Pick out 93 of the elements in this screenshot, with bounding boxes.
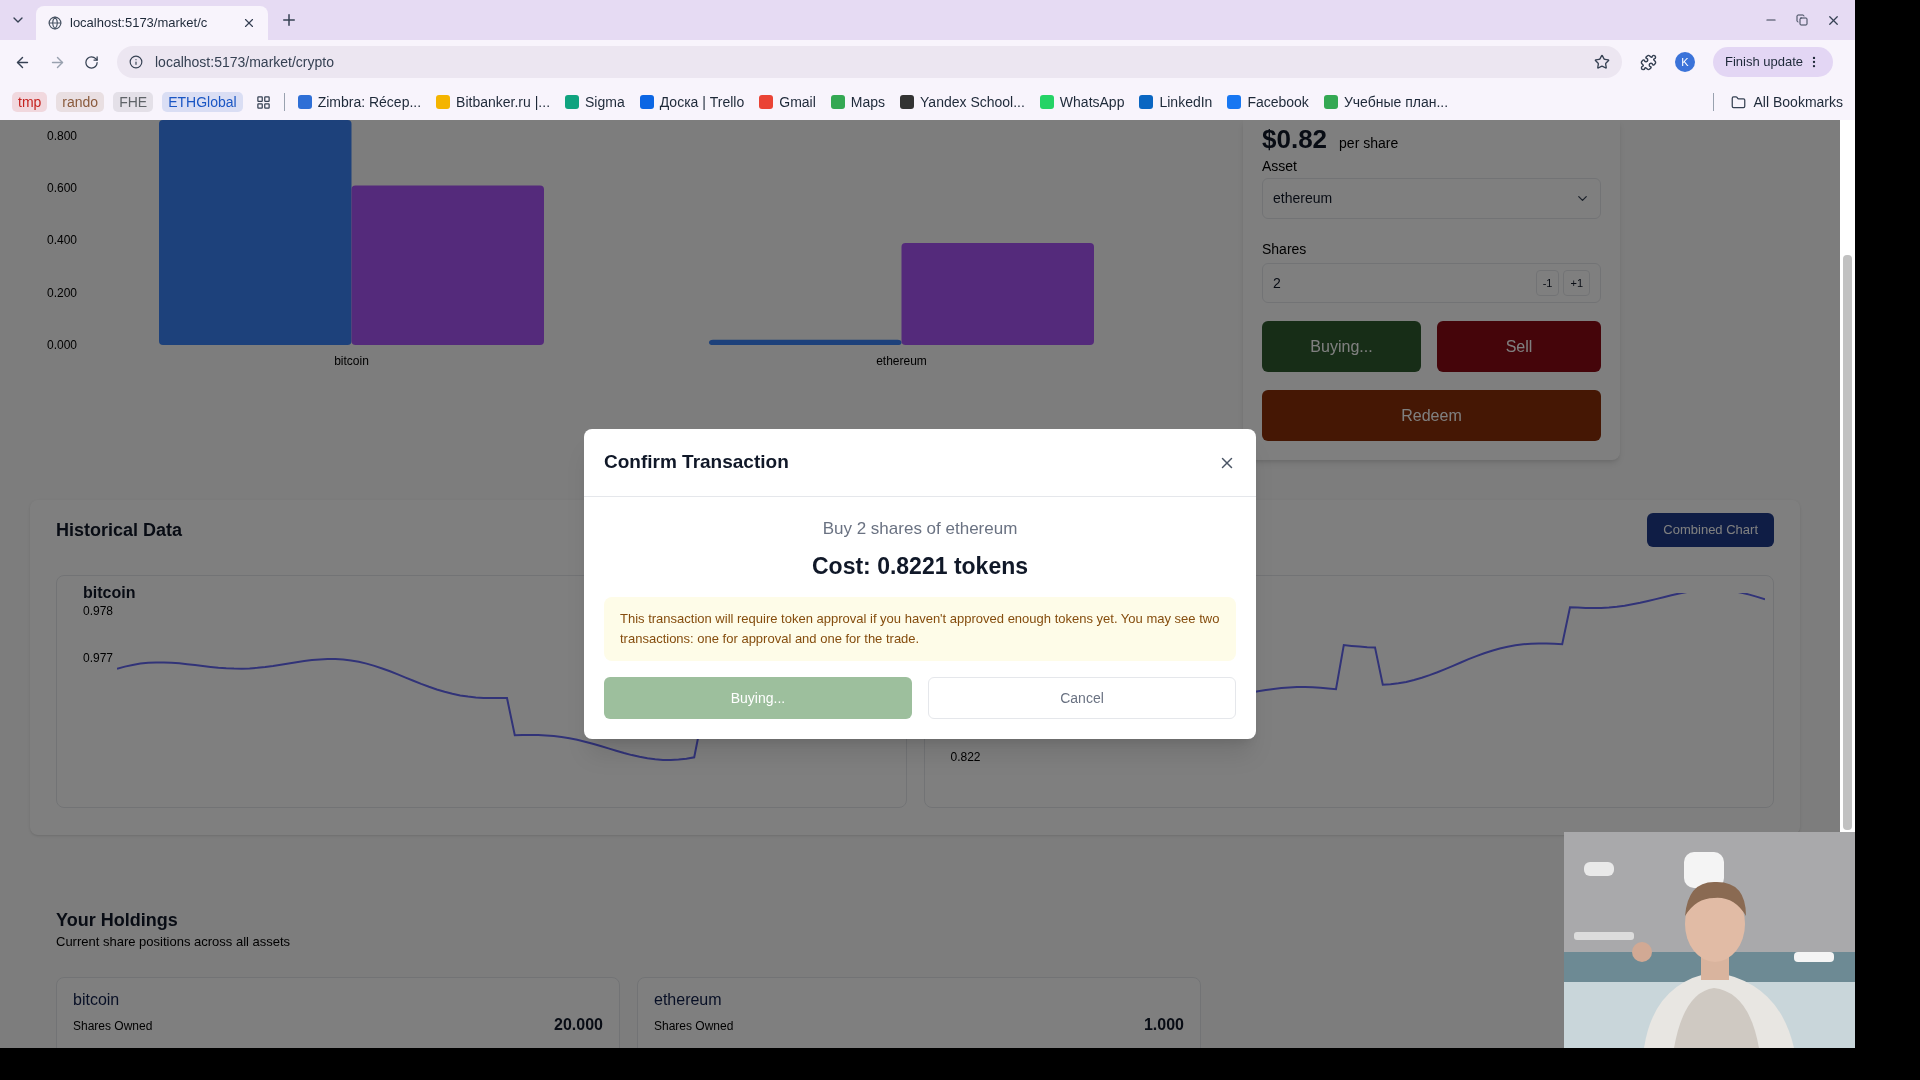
bookmark-item[interactable]: LinkedIn [1139, 91, 1213, 113]
address-bar[interactable]: localhost:5173/market/crypto [117, 46, 1622, 78]
bookmark-label: Sigma [585, 92, 625, 112]
holding-label: Shares Owned [654, 1018, 734, 1035]
holding-asset: ethereum [654, 990, 723, 1010]
shares-input[interactable]: 2 -1 +1 [1262, 263, 1601, 303]
close-tab-icon[interactable] [242, 16, 256, 30]
combined-chart-button[interactable]: Combined Chart [1647, 513, 1774, 547]
bookmark-label: Zimbra: Récep... [317, 92, 422, 112]
chart-title: bitcoin [83, 583, 137, 603]
profile-avatar[interactable]: K [1675, 52, 1695, 72]
axis-tick-label: 0.822 [950, 751, 982, 764]
holding-asset: bitcoin [73, 990, 121, 1010]
holding-value: 20.000 [554, 1015, 603, 1035]
bookmark-item[interactable]: Учебные план... [1323, 91, 1449, 113]
bookmark-icon [1039, 95, 1054, 109]
approval-notice: This transaction will require token approval if you haven't approved enough tokens yet. You may see two transactions: one for approval and one for the trade. [604, 597, 1236, 661]
increment-button[interactable]: +1 [1563, 270, 1590, 296]
site-info-icon[interactable] [129, 55, 143, 69]
tab-title: localhost:5173/market/c [70, 14, 208, 33]
extensions-icon[interactable] [1640, 53, 1657, 71]
all-bookmarks-label: All Bookmarks [1753, 92, 1843, 112]
scrollbar-thumb[interactable] [1843, 255, 1852, 830]
axis-tick-label: 0.600 [46, 181, 77, 195]
bookmark-label: Доска | Trello [659, 92, 745, 112]
apps-grid-icon[interactable] [255, 94, 271, 110]
tab-group-chip[interactable]: FHE [113, 92, 154, 112]
folder-icon [1730, 94, 1746, 110]
axis-tick-label: 0.400 [46, 233, 77, 248]
bookmark-icon [830, 95, 845, 109]
holding-value: 1.000 [1143, 1015, 1184, 1035]
sell-button[interactable]: Sell [1437, 321, 1601, 372]
bookmark-label: Gmail [779, 92, 816, 112]
update-button[interactable]: Finish update [1713, 47, 1834, 77]
axis-tick-label: 0.978 [83, 605, 115, 618]
globe-icon [48, 16, 62, 30]
bookmark-icon [1323, 95, 1338, 109]
bookmark-item[interactable]: Zimbra: Récep... [297, 91, 422, 113]
category-label: bitcoin [334, 354, 369, 368]
url-text: localhost:5173/market/crypto [155, 52, 334, 72]
bookmark-icon [565, 95, 579, 109]
bookmark-label: Учебные план... [1343, 92, 1449, 112]
bookmark-item[interactable]: Sigma [565, 91, 625, 113]
bookmark-label: Facebook [1247, 92, 1309, 112]
bookmark-item[interactable]: Yandex School... [900, 91, 1025, 113]
bookmark-label: LinkedIn [1159, 92, 1213, 112]
bookmark-label: Yandex School... [920, 92, 1025, 112]
bookmark-icon [1227, 95, 1242, 109]
redeem-button[interactable]: Redeem [1262, 390, 1601, 441]
tab-group-chip[interactable]: ETHGlobal [162, 92, 243, 112]
price-unit: per share [1339, 134, 1399, 153]
bookmark-item[interactable]: Доска | Trello [639, 91, 745, 113]
decrement-button[interactable]: -1 [1535, 270, 1560, 296]
tab-group-chip[interactable]: rando [56, 92, 105, 112]
bookmark-item[interactable]: Gmail [759, 91, 816, 113]
bookmark-item[interactable]: Maps [830, 91, 886, 113]
holding-label: Shares Owned [73, 1018, 153, 1035]
asset-label: Asset [1262, 158, 1298, 174]
bookmark-icon [900, 95, 915, 109]
browser-tab[interactable]: localhost:5173/market/c [36, 6, 268, 40]
category-label: ethereum [876, 354, 927, 368]
section-title: Your Holdings [56, 909, 179, 931]
asset-select[interactable]: ethereum [1262, 178, 1601, 219]
section-subtitle: Current share positions across all assets [56, 933, 292, 951]
section-title: Historical Data [56, 518, 183, 542]
axis-tick-label: 0.800 [46, 128, 77, 143]
bookmark-item[interactable]: Bitbanker.ru |... [436, 91, 550, 113]
scrollbar[interactable] [1840, 120, 1855, 832]
bookmark-label: Bitbanker.ru |... [456, 92, 550, 112]
bookmark-icon [436, 95, 451, 109]
cancel-button[interactable]: Cancel [928, 677, 1236, 719]
restore-icon[interactable] [1796, 14, 1808, 26]
bookmark-icon [1139, 95, 1154, 109]
axis-tick-label: 0.200 [46, 285, 77, 300]
new-tab-icon[interactable] [280, 11, 298, 29]
bookmark-icon [639, 95, 654, 109]
price-text: $0.82 [1262, 123, 1328, 156]
bookmark-label: Maps [850, 92, 886, 112]
shares-label: Shares [1262, 241, 1308, 257]
tab-group-chip[interactable]: tmp [12, 92, 48, 112]
dialog-title: Confirm Transaction [604, 450, 789, 475]
bookmark-icon [297, 95, 312, 109]
axis-tick-label: 0.977 [83, 652, 115, 665]
all-bookmarks-item[interactable]: All Bookmarks [1730, 91, 1843, 113]
dialog-cost: Cost: 0.8221 tokens [812, 552, 1028, 581]
bookmark-item[interactable]: WhatsApp [1039, 91, 1125, 113]
bookmark-star-icon[interactable] [1594, 54, 1610, 70]
bookmark-icon [759, 95, 774, 109]
reload-icon[interactable] [84, 54, 99, 70]
axis-tick-label: 0.000 [46, 338, 77, 352]
dialog-summary: Buy 2 shares of ethereum [822, 518, 1018, 540]
bookmark-item[interactable]: Facebook [1227, 91, 1309, 113]
bookmark-label: WhatsApp [1059, 92, 1125, 112]
